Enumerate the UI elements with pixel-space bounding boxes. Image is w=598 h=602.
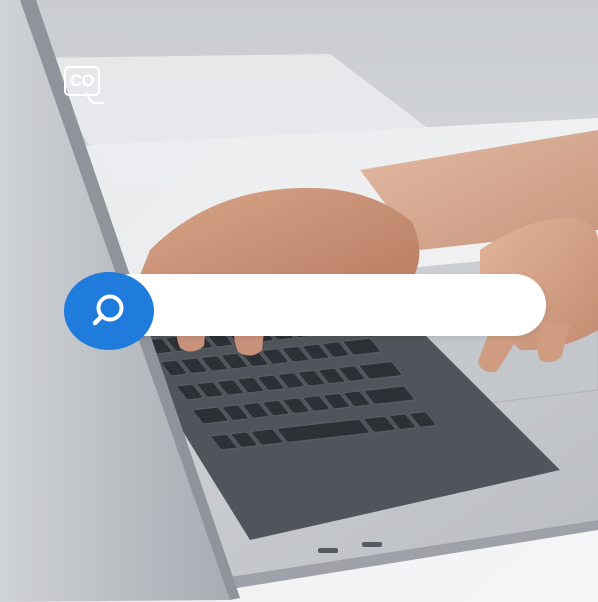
search-icon <box>92 294 124 326</box>
search-field[interactable] <box>100 274 546 336</box>
search-input[interactable] <box>156 274 526 336</box>
speech-bubble-tail-icon <box>83 92 105 104</box>
search-button[interactable] <box>64 272 154 350</box>
hero-scene: CO <box>0 0 598 602</box>
brand-logo: CO <box>64 66 106 106</box>
search-bar <box>64 272 546 350</box>
